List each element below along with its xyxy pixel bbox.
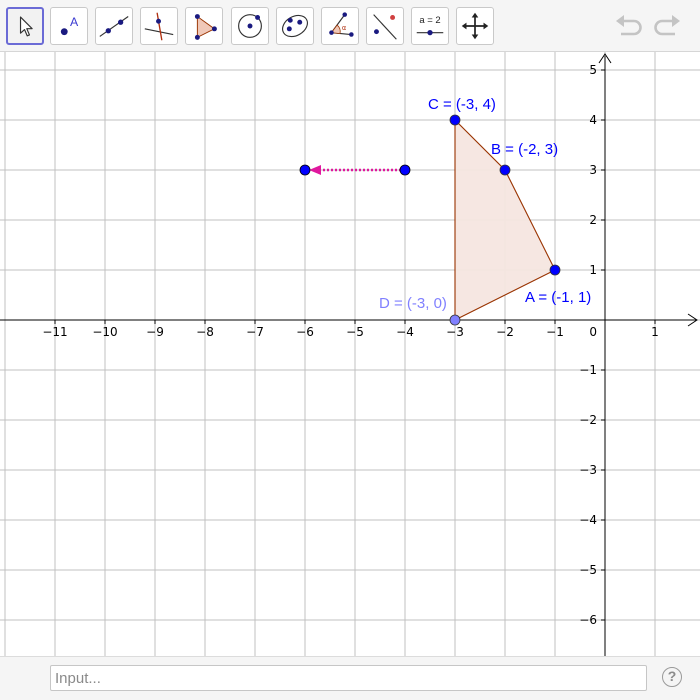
point-c[interactable] — [449, 114, 461, 126]
svg-text:α: α — [342, 24, 347, 32]
vector-start-point[interactable] — [399, 164, 411, 176]
circle-tool-icon — [238, 14, 262, 38]
polygon-tool-icon — [194, 14, 217, 40]
line-tool-icon — [99, 16, 129, 37]
y-tick-label: −4 — [579, 513, 597, 527]
help-icon[interactable]: ? — [662, 667, 682, 687]
move-tool-icon — [19, 16, 33, 37]
y-tick-label: 4 — [589, 113, 597, 127]
y-tick-label: −3 — [579, 463, 597, 477]
graphics-view[interactable]: −11 −10 −9 −8 −7 −6 −5 −4 −3 −2 −1 1 0 1 2 3 4 5 −1 −2 −3 −4−… — [0, 52, 700, 656]
y-tick-label: −1 — [579, 363, 597, 377]
vector-arrowhead — [309, 165, 321, 175]
x-tick-label: −6 — [296, 325, 314, 339]
point-b[interactable] — [499, 164, 511, 176]
point-tool[interactable]: A — [50, 7, 88, 45]
undo-icon — [616, 15, 642, 36]
y-tick-label: −2 — [579, 413, 597, 427]
point-d-label: D = (-3, 0) — [379, 295, 447, 312]
perpendicular-line-tool[interactable] — [140, 7, 178, 45]
point-tool-icon: A — [60, 15, 79, 36]
point-b-label: B = (-2, 3) — [491, 141, 558, 158]
x-tick-label: −1 — [546, 325, 564, 339]
x-tick-label: −11 — [42, 325, 67, 339]
input-bar — [0, 656, 700, 700]
y-tick-label: 2 — [589, 213, 597, 227]
x-tick-label: −3 — [446, 325, 464, 339]
point-d[interactable] — [449, 314, 461, 326]
circle-tool[interactable] — [231, 7, 269, 45]
angle-tool[interactable]: α — [321, 7, 359, 45]
reflect-tool[interactable] — [366, 7, 404, 45]
vector-end-point[interactable] — [299, 164, 311, 176]
origin-label: 0 — [589, 325, 597, 339]
y-tick-label: −5 — [579, 563, 597, 577]
move-graphics-view-tool[interactable] — [456, 7, 494, 45]
polygon-tool[interactable] — [185, 7, 223, 45]
undo-button[interactable] — [613, 12, 645, 40]
y-tick-label: 3 — [589, 163, 597, 177]
move-tool[interactable] — [6, 7, 44, 45]
y-tick-label: −6 — [579, 613, 597, 627]
toolbar: A α a = 2 — [0, 0, 700, 52]
point-a[interactable] — [549, 264, 561, 276]
redo-icon — [654, 15, 680, 36]
x-tick-label: −5 — [346, 325, 364, 339]
point-c-label: C = (-3, 4) — [428, 96, 496, 113]
move-graphics-view-tool-icon — [461, 12, 489, 40]
x-tick-label: 1 — [651, 325, 659, 339]
algebra-input-field[interactable] — [50, 665, 647, 691]
y-tick-label: 5 — [589, 63, 597, 77]
reflect-tool-icon — [373, 14, 397, 40]
conic-tool-icon — [282, 14, 308, 38]
x-tick-label: −7 — [246, 325, 264, 339]
point-a-label: A = (-1, 1) — [525, 289, 591, 306]
svg-text:a = 2: a = 2 — [419, 15, 440, 26]
line-tool[interactable] — [95, 7, 133, 45]
y-tick-label: 1 — [589, 263, 597, 277]
svg-text:A: A — [70, 15, 79, 29]
slider-tool[interactable]: a = 2 — [411, 7, 449, 45]
x-tick-label: −4 — [396, 325, 414, 339]
x-tick-label: −9 — [146, 325, 164, 339]
angle-tool-icon: α — [329, 12, 354, 37]
slider-tool-icon: a = 2 — [416, 15, 444, 36]
perpendicular-line-tool-icon — [144, 12, 174, 41]
graph-svg[interactable]: −11 −10 −9 −8 −7 −6 −5 −4 −3 −2 −1 1012345−1−2−3−4−… — [0, 52, 700, 656]
x-tick-label: −2 — [496, 325, 514, 339]
conic-tool[interactable] — [276, 7, 314, 45]
redo-button[interactable] — [651, 12, 683, 40]
x-tick-label: −8 — [196, 325, 214, 339]
x-tick-label: −10 — [92, 325, 117, 339]
